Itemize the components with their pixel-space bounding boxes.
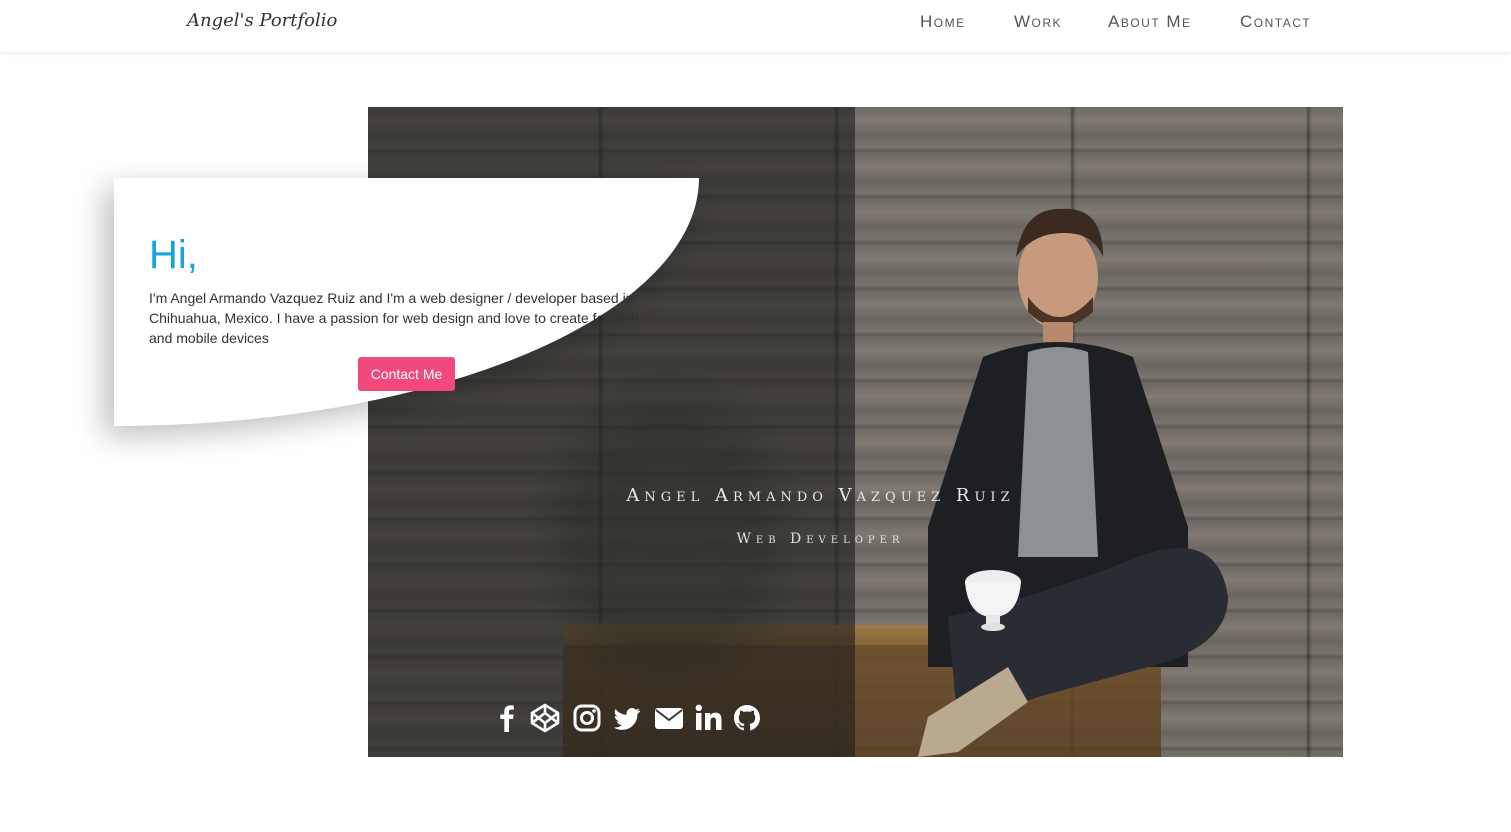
envelope-icon[interactable] [653, 702, 685, 734]
main-nav: Home Work About Me Contact [0, 12, 1511, 36]
contact-me-button[interactable]: Contact Me [358, 357, 455, 391]
nav-link-about-me[interactable]: About Me [1108, 12, 1192, 32]
twitter-icon[interactable] [611, 702, 643, 734]
intro-text: I'm Angel Armando Vazquez Ruiz and I'm a… [149, 290, 639, 346]
github-icon[interactable] [731, 702, 763, 734]
codepen-icon[interactable] [529, 702, 561, 734]
nav-link-contact[interactable]: Contact [1240, 12, 1311, 32]
nav-link-home[interactable]: Home [920, 12, 966, 32]
navbar: Angel's Portfolio Home Work About Me Con… [0, 0, 1511, 52]
facebook-icon[interactable] [491, 702, 523, 734]
hero-name: Angel Armando Vazquez Ruiz [626, 485, 1015, 506]
nav-link-work[interactable]: Work [1014, 12, 1062, 32]
linkedin-icon[interactable] [693, 702, 725, 734]
greeting-heading: Hi, [149, 233, 198, 277]
person-photo [918, 208, 1228, 757]
social-links [491, 702, 761, 734]
instagram-icon[interactable] [571, 702, 603, 734]
hero-role: Web Developer [736, 531, 905, 547]
